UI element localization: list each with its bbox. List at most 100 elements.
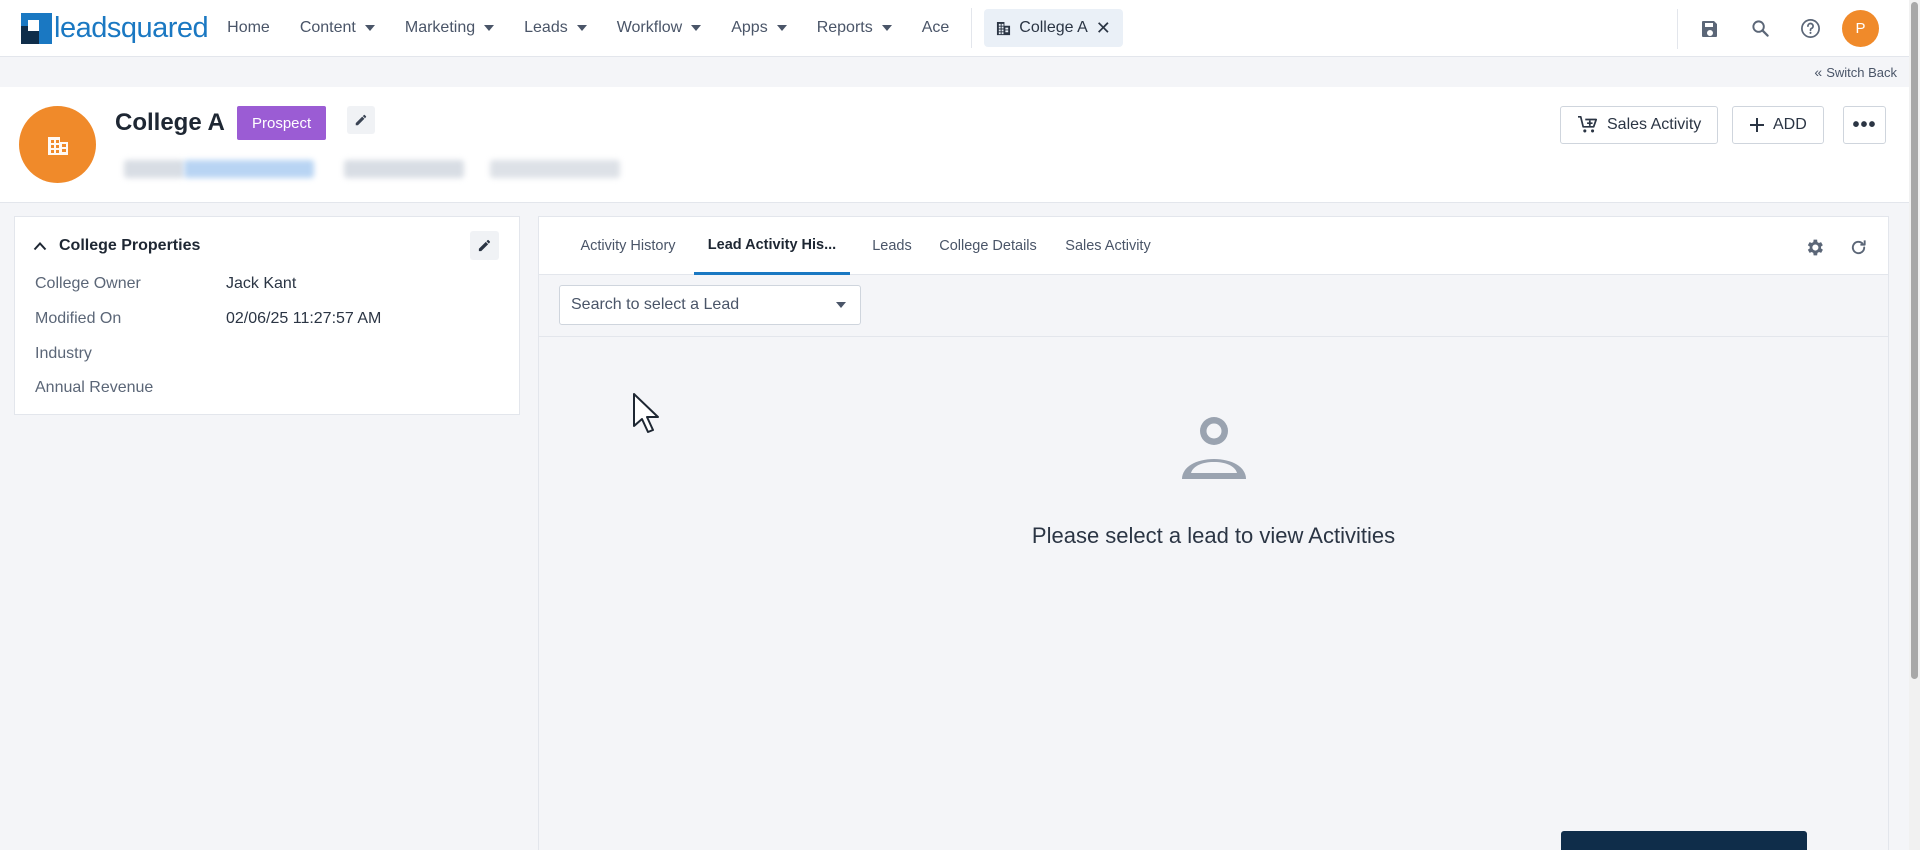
logo-mark-icon (21, 12, 52, 44)
sales-activity-label: Sales Activity (1607, 116, 1702, 133)
cart-plus-icon (1578, 115, 1598, 133)
pencil-icon (478, 239, 491, 252)
stage-badge: Prospect (237, 106, 327, 140)
property-value: Jack Kant (226, 275, 297, 292)
add-button[interactable]: ADD (1732, 106, 1824, 144)
nav-menu: Home Content Marketing Leads Workflow Ap… (227, 0, 1123, 57)
property-row-owner: College Owner Jack Kant (35, 275, 296, 293)
redacted-field (490, 160, 620, 178)
save-icon[interactable] (1692, 11, 1728, 47)
property-row-modified: Modified On 02/06/25 11:27:57 AM (35, 310, 381, 328)
nav-item-reports[interactable]: Reports (817, 19, 892, 37)
redacted-phone (344, 160, 464, 178)
tab-activity-history[interactable]: Activity History (571, 217, 685, 275)
property-label: Industry (35, 345, 92, 362)
property-label: College Owner (35, 275, 141, 292)
nav-item-label: Workflow (616, 19, 683, 36)
close-icon[interactable]: ✕ (1096, 18, 1111, 39)
nav-item-marketing[interactable]: Marketing (404, 19, 495, 37)
nav-divider (971, 8, 973, 48)
search-icon[interactable] (1742, 11, 1778, 47)
caret-down-icon (881, 25, 892, 31)
nav-item-label: Reports (816, 19, 873, 36)
property-row-revenue: Annual Revenue (35, 379, 226, 397)
caret-down-icon (576, 25, 587, 31)
tab-label: Leads (872, 238, 912, 254)
top-navigation: leadsquared Home Content Marketing Leads… (0, 0, 1909, 57)
lead-filter-bar: Search to select a Lead (539, 275, 1888, 337)
double-chevron-left-icon: « (1814, 64, 1822, 80)
nav-divider (1677, 8, 1678, 49)
empty-state-message: Please select a lead to view Activities (1031, 523, 1396, 548)
tab-label: College Details (939, 238, 1037, 254)
property-label: Modified On (35, 310, 122, 327)
caret-down-icon (836, 302, 846, 308)
caret-down-icon (364, 25, 375, 31)
caret-down-icon (691, 25, 702, 31)
property-label: Annual Revenue (35, 379, 154, 396)
nav-item-ace[interactable]: Ace (922, 19, 950, 37)
caret-down-icon (776, 25, 787, 31)
record-title: College A (115, 109, 225, 136)
open-tab-label: College A (1019, 19, 1088, 36)
refresh-icon[interactable] (1846, 235, 1870, 259)
tab-sales-activity[interactable]: Sales Activity (1056, 217, 1160, 275)
ellipsis-icon: ••• (1852, 113, 1877, 136)
activity-tabs: Activity History Lead Activity His... Le… (539, 217, 1888, 275)
tab-lead-activity-history[interactable]: Lead Activity His... (694, 217, 850, 275)
mouse-cursor-icon (633, 393, 659, 433)
add-label: ADD (1773, 116, 1807, 133)
record-header: College A Prospect Sales Activity ADD ••… (0, 87, 1909, 203)
help-icon[interactable] (1792, 11, 1828, 47)
properties-title: College Properties (59, 237, 201, 254)
building-icon (997, 21, 1011, 35)
tab-label: Lead Activity His... (707, 236, 837, 253)
nav-item-apps[interactable]: Apps (731, 19, 787, 37)
gear-icon[interactable] (1802, 235, 1826, 259)
nav-item-content[interactable]: Content (300, 19, 375, 37)
tab-label: Sales Activity (1065, 238, 1151, 254)
edit-stage-button[interactable] (347, 106, 375, 134)
user-avatar[interactable]: P (1842, 10, 1879, 47)
plus-icon (1750, 118, 1764, 132)
switch-back-link[interactable]: « Switch Back (1814, 64, 1897, 80)
nav-item-leads[interactable]: Leads (524, 19, 587, 37)
lead-select-placeholder: Search to select a Lead (571, 296, 740, 313)
company-avatar (19, 106, 96, 183)
nav-item-label: Content (299, 19, 356, 36)
caret-down-icon (484, 25, 495, 31)
tab-tools (1782, 235, 1870, 259)
nav-item-home[interactable]: Home (227, 19, 270, 37)
nav-item-label: Leads (524, 19, 568, 36)
logo-text: leadsquared (54, 11, 209, 44)
tab-label: Activity History (580, 238, 676, 254)
nav-item-label: Apps (731, 19, 768, 36)
activity-panel: Activity History Lead Activity His... Le… (538, 216, 1889, 850)
more-options-button[interactable]: ••• (1843, 106, 1886, 144)
redacted-email (184, 160, 314, 178)
person-icon (1180, 413, 1248, 486)
building-icon (47, 136, 68, 155)
open-tab-college-a[interactable]: College A ✕ (984, 9, 1123, 47)
properties-header[interactable]: College Properties (33, 237, 200, 255)
nav-item-label: Marketing (404, 19, 476, 36)
property-value: 02/06/25 11:27:57 AM (226, 310, 382, 327)
tab-college-details[interactable]: College Details (932, 217, 1044, 275)
nav-item-label: Home (227, 19, 270, 36)
nav-item-workflow[interactable]: Workflow (617, 19, 702, 37)
chevron-up-icon (33, 242, 47, 251)
tab-leads[interactable]: Leads (864, 217, 920, 275)
sales-activity-button[interactable]: Sales Activity (1560, 106, 1719, 144)
property-row-industry: Industry (35, 345, 226, 363)
redacted-field (124, 160, 184, 178)
edit-properties-button[interactable] (470, 231, 499, 260)
college-properties-panel: College Properties College Owner Jack Ka… (14, 216, 520, 415)
scrollbar-thumb[interactable] (1911, 2, 1918, 679)
nav-right-tools: P (1677, 0, 1909, 57)
leadsquared-logo[interactable]: leadsquared (21, 0, 209, 57)
lead-select-dropdown[interactable]: Search to select a Lead (559, 285, 861, 325)
pencil-icon (355, 114, 367, 126)
nav-item-label: Ace (921, 19, 950, 36)
floating-widget-bar[interactable] (1561, 831, 1807, 850)
page-scrollbar[interactable] (1909, 0, 1920, 850)
